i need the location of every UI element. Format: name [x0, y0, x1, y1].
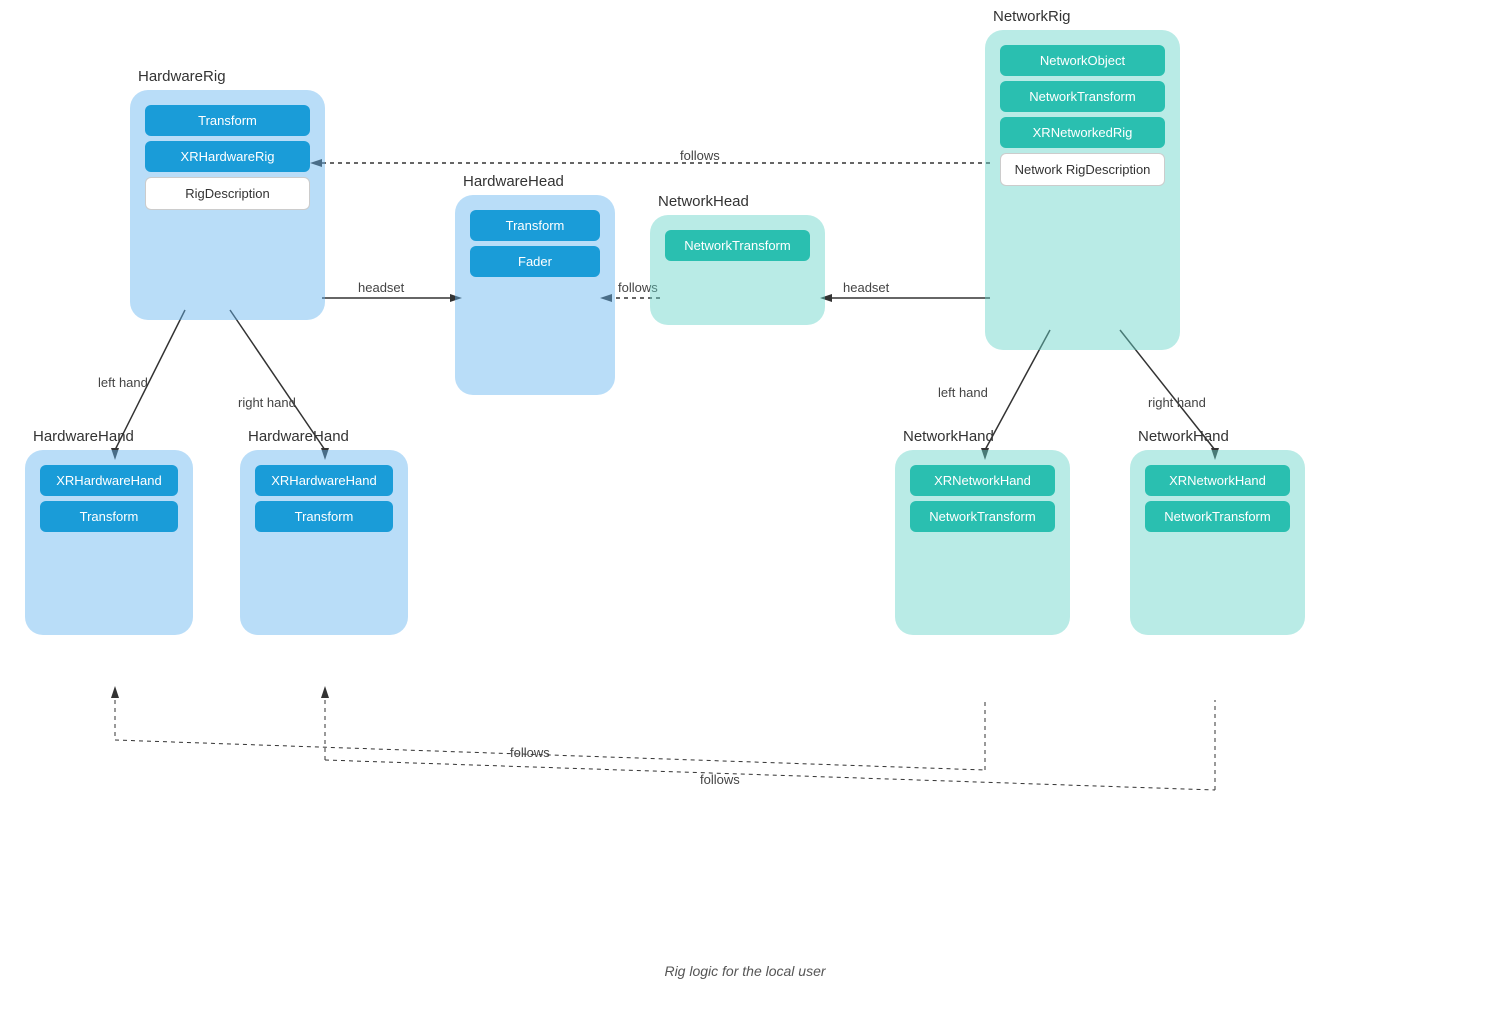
hardware-head-label: HardwareHead — [463, 173, 564, 190]
hardware-hand-right-label: HardwareHand — [248, 428, 349, 445]
hardware-head-group: HardwareHead Transform Fader — [455, 195, 615, 395]
transform-hand-right-comp: Transform — [255, 501, 393, 532]
hardware-rig-group: HardwareRig Transform XRHardwareRig RigD… — [130, 90, 325, 320]
diagram-container: follows headset follows headset left han… — [0, 0, 1490, 1019]
follows-bottom2-label: follows — [700, 772, 740, 787]
xr-network-hand-left-comp: XRNetworkHand — [910, 465, 1055, 496]
network-transform-hand-left-comp: NetworkTransform — [910, 501, 1055, 532]
follows-bottom1-label: follows — [510, 745, 550, 760]
network-transform-rig-comp: NetworkTransform — [1000, 81, 1165, 112]
xr-hardware-rig-comp: XRHardwareRig — [145, 141, 310, 172]
network-transform-head-comp: NetworkTransform — [665, 230, 810, 261]
left-hand-label: left hand — [98, 375, 148, 390]
hardware-rig-label: HardwareRig — [138, 68, 226, 85]
hardware-hand-left-group: HardwareHand XRHardwareHand Transform — [25, 450, 193, 635]
caption: Rig logic for the local user — [664, 963, 825, 979]
network-rig-group: NetworkRig NetworkObject NetworkTransfor… — [985, 30, 1180, 350]
transform-hand-left-comp: Transform — [40, 501, 178, 532]
network-hand-left-group: NetworkHand XRNetworkHand NetworkTransfo… — [895, 450, 1070, 635]
xr-network-hand-right-comp: XRNetworkHand — [1145, 465, 1290, 496]
right-hand-label: right hand — [238, 395, 296, 410]
network-rig-label: NetworkRig — [993, 8, 1071, 25]
network-rig-description-comp: Network RigDescription — [1000, 153, 1165, 186]
xr-hardware-hand-left-comp: XRHardwareHand — [40, 465, 178, 496]
network-hand-left-label: NetworkHand — [903, 428, 994, 445]
headset-left-label: headset — [358, 280, 404, 295]
xr-hardware-hand-right-comp: XRHardwareHand — [255, 465, 393, 496]
follows-top-label: follows — [680, 148, 720, 163]
transform-comp-head: Transform — [470, 210, 600, 241]
rig-description-comp: RigDescription — [145, 177, 310, 210]
network-head-group: NetworkHead NetworkTransform — [650, 215, 825, 325]
hardware-hand-right-group: HardwareHand XRHardwareHand Transform — [240, 450, 408, 635]
xr-networked-rig-comp: XRNetworkedRig — [1000, 117, 1165, 148]
left-hand-right-label: left hand — [938, 385, 988, 400]
network-transform-hand-right-comp: NetworkTransform — [1145, 501, 1290, 532]
network-hand-right-group: NetworkHand XRNetworkHand NetworkTransfo… — [1130, 450, 1305, 635]
headset-right-label: headset — [843, 280, 889, 295]
fader-comp: Fader — [470, 246, 600, 277]
network-hand-right-label: NetworkHand — [1138, 428, 1229, 445]
network-head-label: NetworkHead — [658, 193, 749, 210]
hardware-hand-left-label: HardwareHand — [33, 428, 134, 445]
network-object-comp: NetworkObject — [1000, 45, 1165, 76]
right-hand-right-label: right hand — [1148, 395, 1206, 410]
transform-comp-rig: Transform — [145, 105, 310, 136]
